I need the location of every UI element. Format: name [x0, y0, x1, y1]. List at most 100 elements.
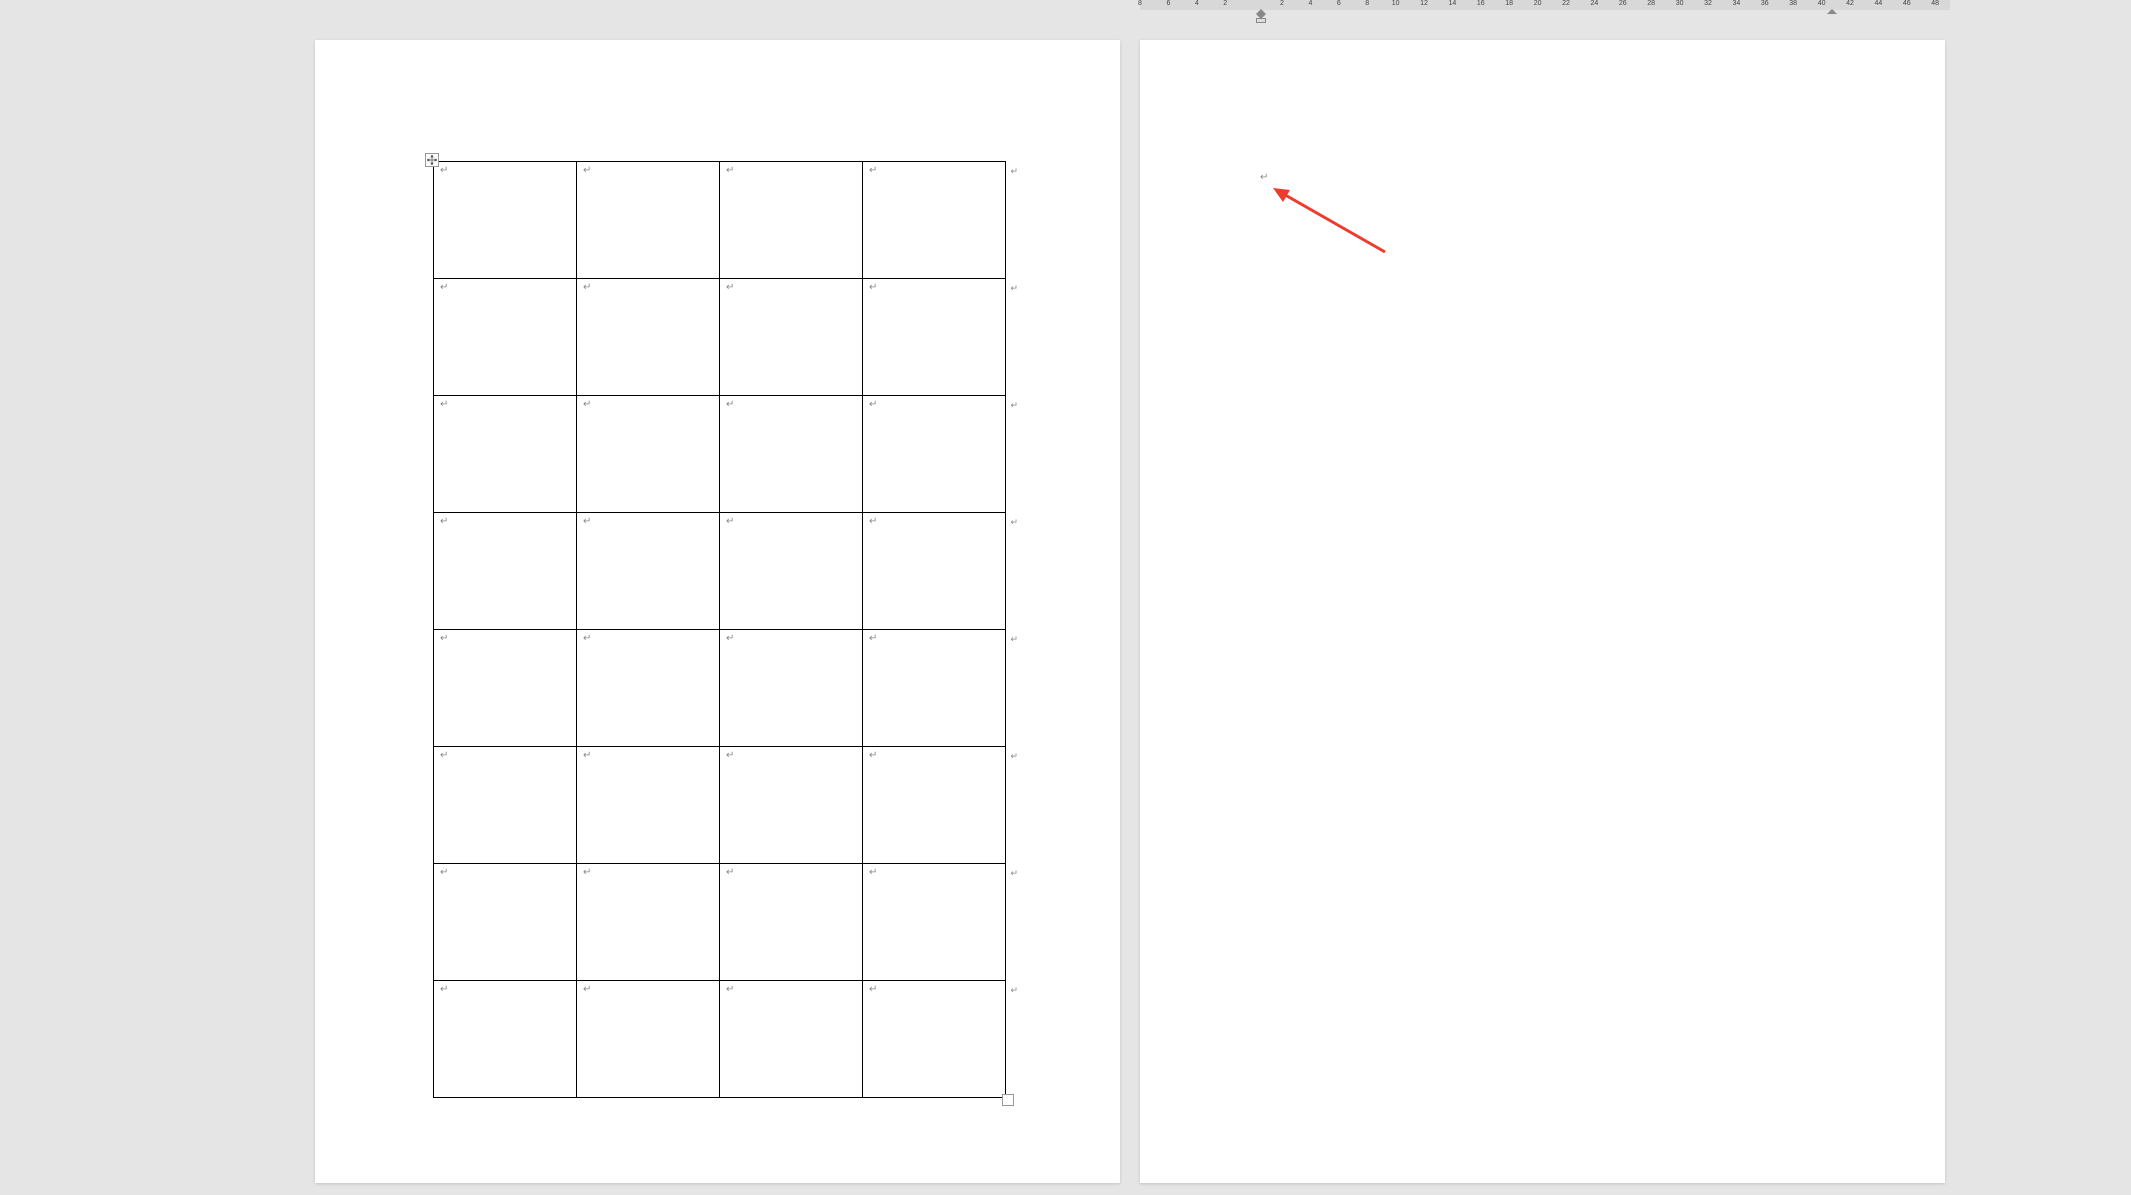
- paragraph-mark: ↵: [583, 165, 591, 176]
- paragraph-mark: ↵: [583, 399, 591, 410]
- table-row[interactable]: ↵↵↵↵↵: [434, 864, 1006, 981]
- paragraph-mark: ↵: [869, 282, 877, 293]
- table-cell[interactable]: ↵: [434, 747, 577, 864]
- table-cell[interactable]: ↵: [577, 864, 720, 981]
- table-row[interactable]: ↵↵↵↵↵: [434, 162, 1006, 279]
- ruler-tick: 10: [1392, 0, 1400, 7]
- table-cell[interactable]: ↵: [434, 981, 577, 1098]
- table-cell[interactable]: ↵↵: [863, 747, 1006, 864]
- table-row[interactable]: ↵↵↵↵↵: [434, 747, 1006, 864]
- paragraph-mark: ↵: [726, 516, 734, 527]
- left-indent-marker[interactable]: [1255, 9, 1267, 19]
- paragraph-mark: ↵: [583, 984, 591, 995]
- ruler-tick: 46: [1903, 0, 1911, 7]
- ruler-tick: 34: [1732, 0, 1740, 7]
- table-cell[interactable]: ↵: [720, 396, 863, 513]
- ruler-tick: 36: [1761, 0, 1769, 7]
- table-cell[interactable]: ↵: [577, 279, 720, 396]
- paragraph-mark: ↵: [869, 633, 877, 644]
- paragraph-mark: ↵: [726, 750, 734, 761]
- table-cell[interactable]: ↵: [434, 279, 577, 396]
- document-page-1[interactable]: ↵↵↵↵↵↵↵↵↵↵↵↵↵↵↵↵↵↵↵↵↵↵↵↵↵↵↵↵↵↵↵↵↵↵↵↵↵↵↵↵: [315, 40, 1120, 1183]
- table-cell[interactable]: ↵↵: [863, 864, 1006, 981]
- paragraph-mark: ↵: [440, 633, 448, 644]
- table-cell[interactable]: ↵↵: [863, 981, 1006, 1098]
- table-cell[interactable]: ↵: [720, 981, 863, 1098]
- ruler-tick: 24: [1590, 0, 1598, 7]
- table-row[interactable]: ↵↵↵↵↵: [434, 630, 1006, 747]
- ruler-tick: 32: [1704, 0, 1712, 7]
- ruler-tick: 14: [1448, 0, 1456, 7]
- ruler-tick: 2: [1280, 0, 1284, 7]
- row-end-mark: ↵: [1010, 400, 1018, 411]
- table-cell[interactable]: ↵: [720, 747, 863, 864]
- paragraph-mark: ↵: [726, 867, 734, 878]
- table-cell[interactable]: ↵: [434, 396, 577, 513]
- paragraph-mark: ↵: [583, 867, 591, 878]
- paragraph-mark: ↵: [440, 399, 448, 410]
- paragraph-mark: ↵: [440, 165, 448, 176]
- table-cell[interactable]: ↵↵: [863, 162, 1006, 279]
- ruler-tick: 22: [1562, 0, 1570, 7]
- ruler-tick: 16: [1477, 0, 1485, 7]
- table-cell[interactable]: ↵↵: [863, 396, 1006, 513]
- table-cell[interactable]: ↵: [577, 396, 720, 513]
- table-row[interactable]: ↵↵↵↵↵: [434, 279, 1006, 396]
- ruler-tick: 18: [1505, 0, 1513, 7]
- table-cell[interactable]: ↵: [720, 630, 863, 747]
- table-container: ↵↵↵↵↵↵↵↵↵↵↵↵↵↵↵↵↵↵↵↵↵↵↵↵↵↵↵↵↵↵↵↵↵↵↵↵↵↵↵↵: [433, 161, 1006, 1098]
- table-row[interactable]: ↵↵↵↵↵: [434, 513, 1006, 630]
- row-end-mark: ↵: [1010, 283, 1018, 294]
- ruler-tick: 20: [1534, 0, 1542, 7]
- row-end-mark: ↵: [1010, 517, 1018, 528]
- paragraph-mark: ↵: [869, 399, 877, 410]
- table-cell[interactable]: ↵: [720, 162, 863, 279]
- paragraph-mark: ↵: [440, 516, 448, 527]
- table-cell[interactable]: ↵: [434, 630, 577, 747]
- paragraph-mark: ↵: [726, 399, 734, 410]
- ruler-tick: 44: [1874, 0, 1882, 7]
- table-cell[interactable]: ↵: [434, 864, 577, 981]
- table-cell[interactable]: ↵: [577, 630, 720, 747]
- table-cell[interactable]: ↵: [577, 513, 720, 630]
- ruler-tick: 26: [1619, 0, 1627, 7]
- paragraph-mark: ↵: [726, 984, 734, 995]
- ruler-tick: 8: [1138, 0, 1142, 7]
- table-cell[interactable]: ↵: [434, 162, 577, 279]
- paragraph-mark: ↵: [869, 750, 877, 761]
- table-cell[interactable]: ↵: [720, 279, 863, 396]
- paragraph-mark: ↵: [583, 750, 591, 761]
- paragraph-mark: ↵: [869, 516, 877, 527]
- paragraph-mark: ↵: [726, 633, 734, 644]
- table-cell[interactable]: ↵↵: [863, 630, 1006, 747]
- table-cell[interactable]: ↵: [577, 162, 720, 279]
- ruler-tick: 8: [1365, 0, 1369, 7]
- ruler-tick: 12: [1420, 0, 1428, 7]
- table-cell[interactable]: ↵: [577, 981, 720, 1098]
- red-arrow-annotation-icon: [1265, 180, 1395, 260]
- paragraph-mark: ↵: [869, 867, 877, 878]
- table-cell[interactable]: ↵↵: [863, 279, 1006, 396]
- paragraph-mark: ↵: [583, 633, 591, 644]
- paragraph-mark: ↵: [440, 984, 448, 995]
- table-cell[interactable]: ↵↵: [863, 513, 1006, 630]
- table-resize-handle-icon[interactable]: [1002, 1094, 1014, 1106]
- table-row[interactable]: ↵↵↵↵↵: [434, 981, 1006, 1098]
- paragraph-mark: ↵: [440, 750, 448, 761]
- paragraph-mark: ↵: [440, 282, 448, 293]
- table-cell[interactable]: ↵: [434, 513, 577, 630]
- right-indent-marker[interactable]: [1826, 9, 1838, 19]
- row-end-mark: ↵: [1010, 751, 1018, 762]
- table-cell[interactable]: ↵: [577, 747, 720, 864]
- document-page-2[interactable]: ↵: [1140, 40, 1945, 1183]
- paragraph-mark: ↵: [583, 516, 591, 527]
- paragraph-mark: ↵: [726, 165, 734, 176]
- table-row[interactable]: ↵↵↵↵↵: [434, 396, 1006, 513]
- row-end-mark: ↵: [1010, 166, 1018, 177]
- ruler-tick: 48: [1931, 0, 1939, 7]
- paragraph-mark: ↵: [869, 165, 877, 176]
- paragraph-mark: ↵: [869, 984, 877, 995]
- document-table[interactable]: ↵↵↵↵↵↵↵↵↵↵↵↵↵↵↵↵↵↵↵↵↵↵↵↵↵↵↵↵↵↵↵↵↵↵↵↵↵↵↵↵: [433, 161, 1006, 1098]
- table-cell[interactable]: ↵: [720, 864, 863, 981]
- table-cell[interactable]: ↵: [720, 513, 863, 630]
